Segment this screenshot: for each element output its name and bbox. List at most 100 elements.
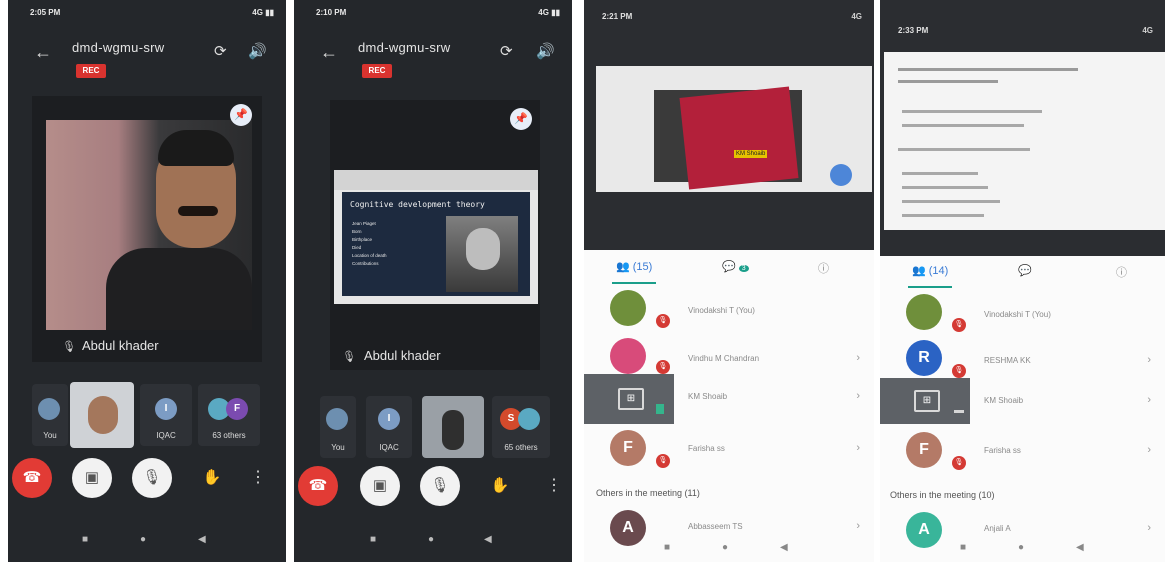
tab-people[interactable]: 👥 (15) bbox=[616, 260, 652, 273]
mic-muted-icon: 🎙 bbox=[952, 318, 966, 332]
avatar: I bbox=[155, 398, 177, 420]
rec-badge: REC bbox=[362, 64, 392, 78]
camera-off-button[interactable]: ▣ bbox=[72, 458, 112, 498]
nav-back-icon[interactable]: ◀ bbox=[1076, 542, 1084, 553]
mic-off-button[interactable]: 🎙 bbox=[420, 466, 460, 506]
doc-line bbox=[898, 68, 1078, 71]
tab-underline bbox=[612, 282, 656, 284]
status-bar: 2:10 PM 4G ▮▮ bbox=[294, 8, 572, 22]
more-options-button[interactable]: ⋮ bbox=[248, 458, 268, 498]
participant-tile-you[interactable]: You bbox=[32, 384, 68, 446]
participant-tile-others[interactable]: F 63 others bbox=[198, 384, 260, 446]
doc-line bbox=[902, 214, 984, 217]
nav-square-icon[interactable]: ■ bbox=[82, 534, 88, 545]
status-time: 2:05 PM bbox=[30, 8, 61, 17]
participant-face bbox=[88, 396, 118, 434]
audio-level-icon bbox=[656, 404, 664, 414]
raise-hand-button[interactable]: ✋ bbox=[192, 458, 232, 498]
pin-icon[interactable]: 📌 bbox=[510, 108, 532, 130]
nav-back-icon[interactable]: ◀ bbox=[780, 542, 788, 553]
participant-row[interactable]: F 🎙 Farisha ss › bbox=[584, 426, 874, 474]
participant-tile-iqac[interactable]: I IQAC bbox=[140, 384, 192, 446]
back-arrow-icon[interactable]: ← bbox=[320, 42, 338, 63]
participant-tile-video[interactable] bbox=[70, 382, 134, 448]
participant-name: Vinodakshi T (You) bbox=[984, 310, 1051, 319]
participant-row[interactable]: 🎙 Vinodakshi T (You) bbox=[584, 288, 874, 336]
meeting-title[interactable]: dmd-wgmu-srw bbox=[72, 40, 164, 55]
status-bar: 2:21 PM 4G bbox=[584, 12, 874, 26]
chevron-right-icon: › bbox=[856, 442, 860, 454]
people-count: (14) bbox=[928, 265, 949, 277]
tile-label: You bbox=[331, 443, 345, 452]
others-section-header: Others in the meeting (11) bbox=[596, 488, 700, 498]
status-time: 2:21 PM bbox=[602, 12, 633, 21]
tab-chat[interactable]: 💬 bbox=[1018, 264, 1032, 277]
nav-circle-icon[interactable]: ● bbox=[1018, 542, 1024, 553]
participant-row-presenting[interactable]: ⊞ KM Shoaib › bbox=[584, 374, 874, 424]
tab-people[interactable]: 👥 (14) bbox=[912, 264, 948, 277]
slide-portrait bbox=[446, 216, 518, 292]
participant-name: Farisha ss bbox=[688, 444, 725, 453]
more-options-button[interactable]: ⋮ bbox=[544, 466, 564, 506]
participant-tile-you[interactable]: You bbox=[320, 396, 356, 458]
nav-back-icon[interactable]: ◀ bbox=[198, 534, 206, 545]
pin-icon[interactable]: 📌 bbox=[230, 104, 252, 126]
back-arrow-icon[interactable]: ← bbox=[34, 42, 52, 63]
nav-circle-icon[interactable]: ● bbox=[140, 534, 146, 545]
participant-name: RESHMA KK bbox=[984, 356, 1031, 365]
speaker-icon[interactable]: 🔊 bbox=[536, 42, 555, 60]
nav-back-icon[interactable]: ◀ bbox=[484, 534, 492, 545]
doc-line bbox=[902, 172, 978, 175]
doc-line bbox=[902, 124, 1024, 127]
meeting-tabs: 👥 (15) 💬 3 ⓘ bbox=[584, 254, 874, 286]
mic-muted-icon: 🎙 bbox=[952, 364, 966, 378]
nav-circle-icon[interactable]: ● bbox=[722, 542, 728, 553]
nav-square-icon[interactable]: ■ bbox=[370, 534, 376, 545]
speaker-icon[interactable]: 🔊 bbox=[248, 42, 267, 60]
main-video-feed: 📌 Cognitive development theory Jean Piag… bbox=[330, 100, 540, 370]
nav-square-icon[interactable]: ■ bbox=[664, 542, 670, 553]
participant-tile-others[interactable]: S 65 others bbox=[492, 396, 550, 458]
speaker-moustache bbox=[178, 206, 218, 216]
avatar: A bbox=[610, 510, 646, 546]
android-nav-bar: ■ ● ◀ bbox=[294, 534, 572, 548]
participant-row[interactable]: F 🎙 Farisha ss › bbox=[880, 428, 1165, 476]
tab-info[interactable]: ⓘ bbox=[818, 260, 829, 276]
presenting-tile: ⊞ bbox=[880, 378, 970, 424]
meeting-tabs: 👥 (14) 💬 ⓘ bbox=[880, 258, 1165, 290]
tile-label: 65 others bbox=[504, 443, 538, 452]
tile-label: IQAC bbox=[379, 443, 399, 452]
end-call-button[interactable]: ☎ bbox=[298, 466, 338, 506]
participant-row[interactable]: 🎙 Vinodakshi T (You) bbox=[880, 292, 1165, 340]
tile-label: You bbox=[43, 431, 57, 440]
participant-name: Farisha ss bbox=[984, 446, 1021, 455]
participant-tile-video[interactable] bbox=[422, 396, 484, 458]
tab-chat[interactable]: 💬 3 bbox=[722, 260, 749, 273]
chat-badge: 3 bbox=[738, 265, 749, 272]
mic-muted-icon: 🎙 bbox=[952, 456, 966, 470]
participant-name: Anjali A bbox=[984, 524, 1011, 533]
audio-level-icon bbox=[954, 410, 964, 413]
mic-off-button[interactable]: 🎙 bbox=[132, 458, 172, 498]
participant-name: KM Shoaib bbox=[688, 392, 728, 401]
end-call-button[interactable]: ☎ bbox=[12, 458, 52, 498]
participant-tile-iqac[interactable]: I IQAC bbox=[366, 396, 412, 458]
nav-circle-icon[interactable]: ● bbox=[428, 534, 434, 545]
slide-bullet: Location of death bbox=[352, 253, 387, 258]
camera-switch-icon[interactable]: ⟳ bbox=[214, 42, 227, 60]
meeting-title[interactable]: dmd-wgmu-srw bbox=[358, 40, 450, 55]
camera-off-button[interactable]: ▣ bbox=[360, 466, 400, 506]
nav-square-icon[interactable]: ■ bbox=[960, 542, 966, 553]
phone-screen-3: 2:21 PM 4G KM Shoaib 👥 (15) 💬 3 ⓘ 🎙 Vino… bbox=[584, 0, 874, 562]
participant-row-presenting[interactable]: ⊞ KM Shoaib › bbox=[880, 378, 1165, 428]
camera-switch-icon[interactable]: ⟳ bbox=[500, 42, 513, 60]
present-screen-icon: ⊞ bbox=[914, 390, 940, 412]
raise-hand-button[interactable]: ✋ bbox=[480, 466, 520, 506]
doc-line bbox=[902, 110, 1042, 113]
chevron-right-icon: › bbox=[856, 390, 860, 402]
meeting-topbar: ← dmd-wgmu-srw REC ⟳ 🔊 bbox=[8, 34, 286, 84]
edit-fab[interactable] bbox=[830, 164, 852, 186]
rec-badge: REC bbox=[76, 64, 106, 78]
shared-document bbox=[884, 52, 1165, 230]
tab-info[interactable]: ⓘ bbox=[1116, 264, 1127, 280]
